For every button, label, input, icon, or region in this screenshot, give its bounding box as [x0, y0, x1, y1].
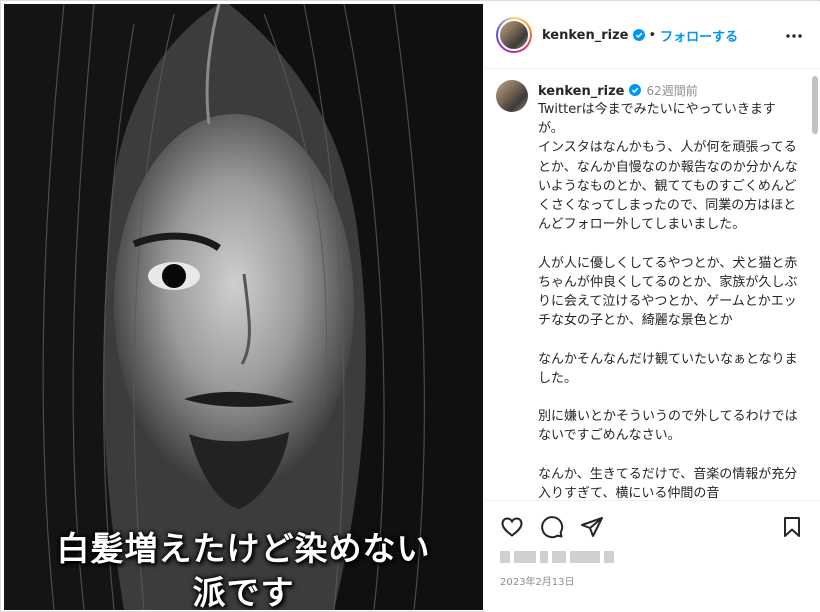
action-bar: 2023年2月13日 [484, 500, 820, 612]
separator-dot: • [648, 27, 657, 43]
caption-text: Twitterは今までみたいにやっていきますが。 インスタはなんかもう、人が何を… [538, 102, 798, 500]
caption-username[interactable]: kenken_rize [538, 84, 625, 99]
post-time[interactable]: 62週間前 [647, 84, 698, 98]
verified-badge-icon [632, 29, 645, 41]
follow-button[interactable]: フォローする [660, 26, 738, 45]
header-username[interactable]: kenken_rize [542, 28, 629, 43]
scrollbar-thumb[interactable] [812, 76, 818, 134]
comment-bubble-icon[interactable] [540, 515, 564, 539]
heart-icon[interactable] [500, 515, 524, 539]
post-date[interactable]: 2023年2月13日 [500, 573, 575, 588]
avatar[interactable] [496, 17, 532, 53]
photo-caption-line1: 白髪増えたけど染めない [56, 529, 431, 568]
verified-badge-icon [628, 84, 641, 96]
photo-caption-line2: 派です [192, 573, 295, 610]
caption-header: kenken_rize 62週間前 [538, 82, 698, 99]
caption-avatar[interactable] [496, 80, 528, 112]
more-options-icon[interactable] [784, 28, 804, 44]
likes-count-blurred [500, 551, 614, 563]
paper-plane-icon[interactable] [580, 515, 604, 539]
bookmark-icon[interactable] [780, 515, 804, 539]
post-photo: 白髪増えたけど染めない 派です [4, 4, 483, 610]
post-modal: 白髪増えたけど染めない 派です kenken_rize • フォローする ken… [0, 0, 820, 612]
post-side-panel: kenken_rize • フォローする kenken_rize 62週間前 Tw… [484, 2, 820, 612]
caption-avatar-wrap [496, 80, 528, 112]
caption-area[interactable]: kenken_rize 62週間前 Twitterは今までみたいにやっていきますが… [484, 70, 810, 500]
portrait-image [4, 4, 483, 610]
post-header: kenken_rize • フォローする [484, 2, 820, 69]
